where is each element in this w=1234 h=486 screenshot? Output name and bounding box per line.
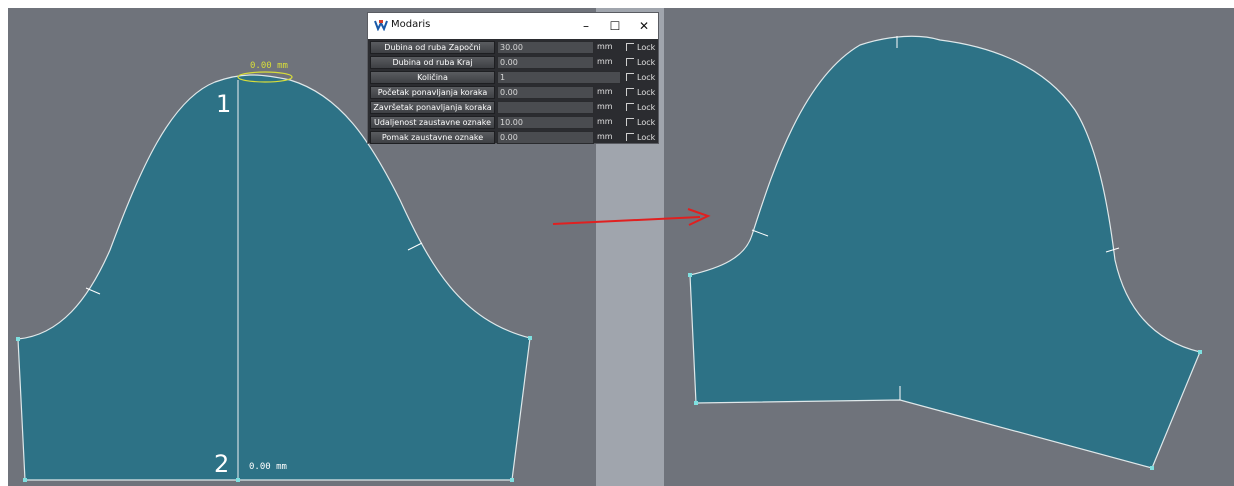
param-row: Količina 1 Lock <box>368 70 658 85</box>
corner-point[interactable] <box>23 478 27 482</box>
unit-label: mm <box>597 87 613 96</box>
param-label-button[interactable]: Količina <box>370 71 495 84</box>
corner-point[interactable] <box>236 478 240 482</box>
lock-label: Lock <box>637 88 656 97</box>
param-value-field[interactable]: 0.00 <box>497 56 594 69</box>
corner-point[interactable] <box>1150 466 1154 470</box>
param-label-button[interactable]: Dubina od ruba Započni <box>370 41 495 54</box>
param-row: Dubina od ruba Kraj 0.00 mm Lock <box>368 55 658 70</box>
lock-checkbox[interactable] <box>626 118 634 126</box>
bottom-measure-label: 0.00 mm <box>249 462 287 472</box>
param-row: Dubina od ruba Započni 30.00 mm Lock <box>368 40 658 55</box>
unit-label: mm <box>597 102 613 111</box>
modaris-dialog[interactable]: Modaris – ☐ ✕ Dubina od ruba Započni 30.… <box>367 12 659 144</box>
corner-point[interactable] <box>688 273 692 277</box>
point-number-2: 2 <box>214 450 230 478</box>
unit-label: mm <box>597 57 613 66</box>
lock-checkbox[interactable] <box>626 58 634 66</box>
unit-label: mm <box>597 117 613 126</box>
param-row: Udaljenost zaustavne oznake 10.00 mm Loc… <box>368 115 658 130</box>
param-row: Završetak ponavljanja koraka mm Lock <box>368 100 658 115</box>
corner-point[interactable] <box>694 401 698 405</box>
lock-checkbox[interactable] <box>626 43 634 51</box>
param-label-button[interactable]: Dubina od ruba Kraj <box>370 56 495 69</box>
lock-checkbox[interactable] <box>626 103 634 111</box>
lock-label: Lock <box>637 58 656 67</box>
dialog-title: Modaris <box>391 19 431 30</box>
maximize-button[interactable]: ☐ <box>601 16 629 36</box>
point-number-1: 1 <box>216 90 232 118</box>
param-row: Pomak zaustavne oznake 0.00 mm Lock <box>368 130 658 145</box>
lock-label: Lock <box>637 73 656 82</box>
dialog-titlebar[interactable]: Modaris – ☐ ✕ <box>368 13 658 39</box>
corner-point[interactable] <box>510 478 514 482</box>
lock-label: Lock <box>637 133 656 142</box>
lock-label: Lock <box>637 43 656 52</box>
right-sleeve-piece[interactable] <box>689 35 1201 469</box>
modaris-app-icon <box>374 20 388 31</box>
param-value-field[interactable]: 10.00 <box>497 116 594 129</box>
lock-checkbox[interactable] <box>626 73 634 81</box>
arrow-line <box>552 216 701 225</box>
param-value-field[interactable]: 1 <box>497 71 621 84</box>
param-label-button[interactable]: Udaljenost zaustavne oznake <box>370 116 495 129</box>
unit-label: mm <box>597 132 613 141</box>
param-label-button[interactable]: Završetak ponavljanja koraka <box>370 101 495 114</box>
lock-checkbox[interactable] <box>626 133 634 141</box>
top-measure-label: 0.00 mm <box>250 61 288 71</box>
corner-point[interactable] <box>16 337 20 341</box>
param-value-field[interactable]: 0.00 <box>497 131 594 144</box>
param-value-field[interactable] <box>497 101 594 114</box>
param-label-button[interactable]: Početak ponavljanja koraka <box>370 86 495 99</box>
param-value-field[interactable]: 30.00 <box>497 41 594 54</box>
unit-label: mm <box>597 42 613 51</box>
lock-label: Lock <box>637 103 656 112</box>
lock-label: Lock <box>637 118 656 127</box>
param-label-button[interactable]: Pomak zaustavne oznake <box>370 131 495 144</box>
lock-checkbox[interactable] <box>626 88 634 96</box>
corner-point[interactable] <box>528 336 532 340</box>
corner-point[interactable] <box>1198 350 1202 354</box>
minimize-button[interactable]: – <box>572 16 600 36</box>
param-value-field[interactable]: 0.00 <box>497 86 594 99</box>
close-button[interactable]: ✕ <box>630 16 658 36</box>
param-row: Početak ponavljanja koraka 0.00 mm Lock <box>368 85 658 100</box>
